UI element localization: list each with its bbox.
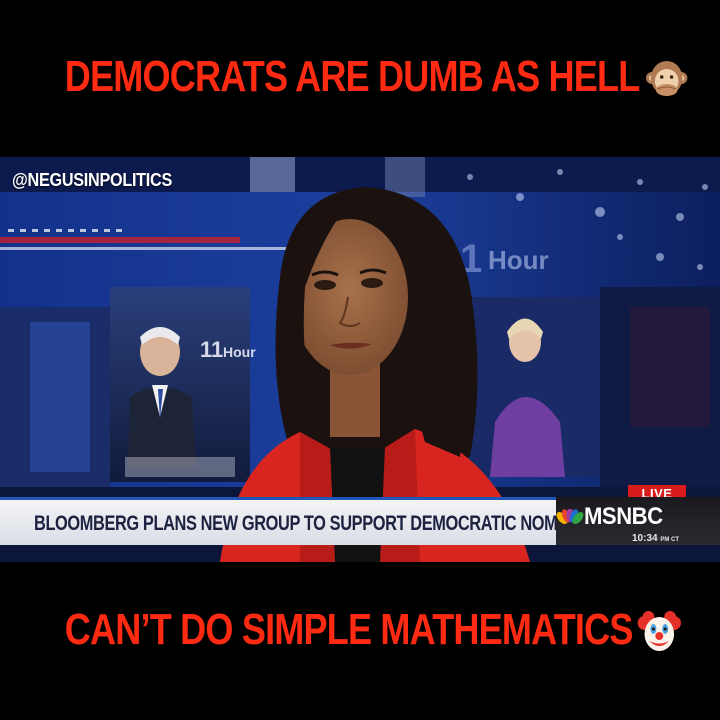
headline-text: BLOOMBERG PLANS NEW GROUP TO SUPPORT DEM… xyxy=(34,512,595,535)
svg-text:Hour: Hour xyxy=(223,344,256,360)
watermark-handle: @NEGUSINPOLITICS xyxy=(12,170,173,190)
network-name: MSNBC xyxy=(584,503,663,530)
broadcast-clock: 10:34 PM CT xyxy=(632,533,679,544)
svg-text:Hour: Hour xyxy=(488,245,549,275)
top-caption: DEMOCRATS ARE DUMB AS HELL xyxy=(64,52,688,102)
headline-bar: BLOOMBERG PLANS NEW GROUP TO SUPPORT DEM… xyxy=(0,497,594,545)
svg-text:11: 11 xyxy=(200,337,223,362)
clown-face-icon xyxy=(638,611,682,652)
bottom-caption: CAN’T DO SIMPLE MATHEMATICS xyxy=(64,605,682,655)
peacock-logo-icon xyxy=(556,509,584,524)
top-caption-text: DEMOCRATS ARE DUMB AS HELL xyxy=(64,52,640,101)
see-no-evil-monkey-icon xyxy=(645,61,688,97)
bottom-caption-text: CAN’T DO SIMPLE MATHEMATICS xyxy=(64,605,634,654)
clock-suffix: PM CT xyxy=(660,537,680,543)
clock-time: 10:34 xyxy=(632,533,658,544)
